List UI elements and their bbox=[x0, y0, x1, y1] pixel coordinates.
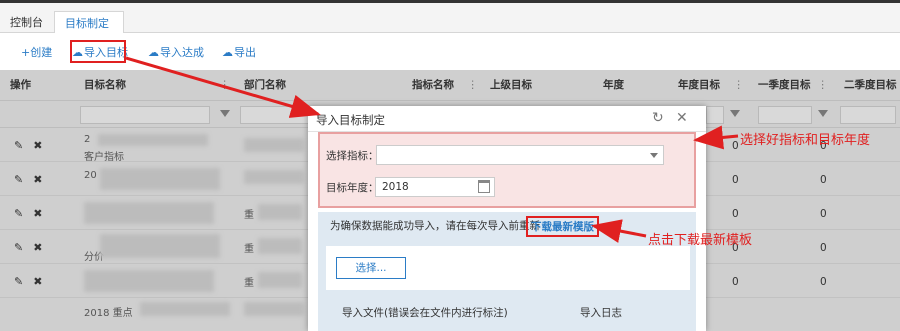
select-hint-annotation: 选择好指标和目标年度 bbox=[740, 133, 871, 148]
arrow-to-download bbox=[591, 219, 647, 243]
arrow-to-form bbox=[693, 125, 739, 150]
download-hint-annotation: 点击下载最新模板 bbox=[648, 233, 753, 248]
arrow-to-dialog bbox=[125, 56, 321, 118]
annotation-arrows bbox=[125, 56, 739, 243]
